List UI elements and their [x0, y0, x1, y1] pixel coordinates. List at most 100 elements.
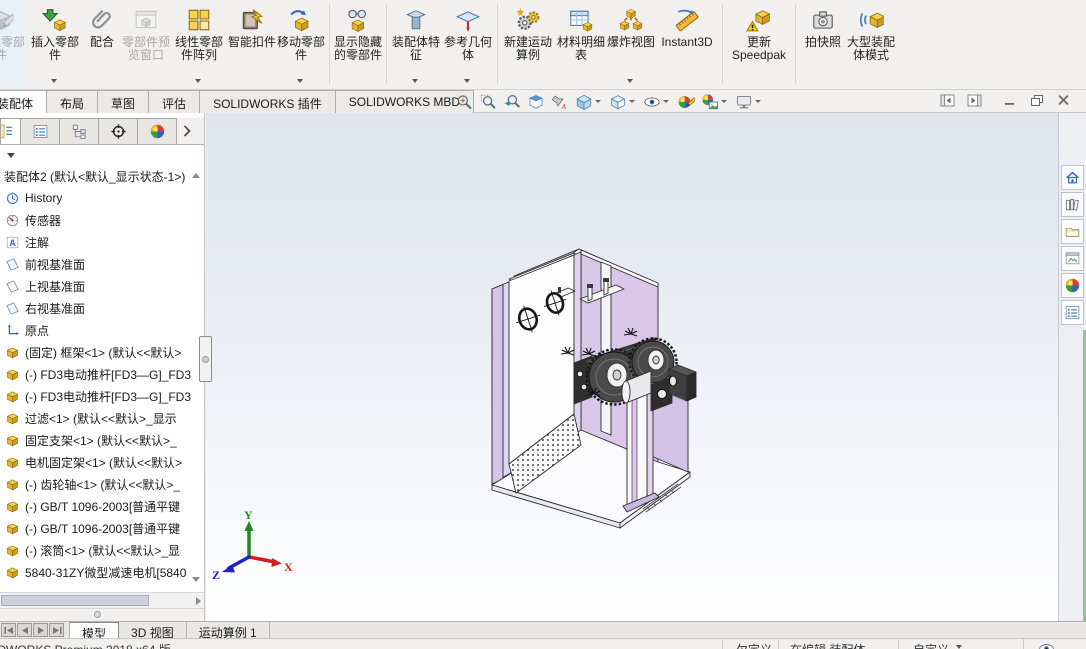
- ribbon-button-mate[interactable]: 配合: [82, 0, 122, 88]
- tree-item[interactable]: (-) GB/T 1096-2003[普通平键: [0, 517, 204, 539]
- task-pane-appearances-button[interactable]: [1061, 273, 1084, 298]
- dropdown-arrow-icon[interactable]: [464, 79, 470, 83]
- dropdown-arrow-icon[interactable]: [195, 79, 201, 83]
- last-tab-button[interactable]: [49, 623, 64, 637]
- quick-view-eye-icon[interactable]: [1038, 640, 1055, 649]
- scroll-right-icon[interactable]: [196, 597, 201, 605]
- ribbon-button-move-component[interactable]: 移动零部件: [276, 0, 326, 88]
- task-pane-resources-button[interactable]: [1061, 165, 1084, 190]
- tree-item[interactable]: (-) 滚筒<1> (默认<<默认>_显: [0, 539, 204, 561]
- tree-item[interactable]: History: [0, 187, 204, 209]
- tab-assembly[interactable]: 装配体: [0, 90, 48, 113]
- tab-configuration-manager[interactable]: [59, 118, 99, 144]
- previous-view-button[interactable]: [500, 92, 524, 112]
- panel-tab-overflow-button[interactable]: [176, 118, 198, 144]
- ribbon-button-update-speedpak[interactable]: 更新 Speedpak: [726, 0, 792, 88]
- zoom-to-fit-button[interactable]: [452, 92, 476, 112]
- custom-dropdown[interactable]: 自定义: [913, 641, 949, 649]
- tab-feature-manager[interactable]: [0, 118, 21, 144]
- tree-item[interactable]: 原点: [0, 319, 204, 341]
- ribbon-button-linear-pattern[interactable]: 线性零部件阵列: [170, 0, 228, 88]
- edit-appearance-button[interactable]: [674, 92, 698, 112]
- display-style-button[interactable]: [606, 92, 640, 112]
- tree-item[interactable]: 固定支架<1> (默认<<默认>_: [0, 429, 204, 451]
- panel-splitter-handle[interactable]: [94, 611, 101, 618]
- task-pane-view-palette-button[interactable]: [1061, 246, 1084, 271]
- first-tab-button[interactable]: [1, 623, 16, 637]
- plane-icon: [5, 279, 20, 294]
- tree-item[interactable]: 传感器: [0, 209, 204, 231]
- ribbon-button-smart-fasteners[interactable]: 智能扣件: [228, 0, 276, 88]
- tree-item[interactable]: (固定) 框架<1> (默认<<默认>: [0, 341, 204, 363]
- dropdown-arrow-icon[interactable]: [297, 79, 303, 83]
- tab-property-manager[interactable]: [20, 118, 60, 144]
- ribbon-button-reference-geometry[interactable]: 参考几何体: [442, 0, 494, 88]
- dropdown-arrow-icon[interactable]: [956, 645, 962, 649]
- dropdown-arrow-icon[interactable]: [51, 79, 57, 83]
- dropdown-arrow-icon[interactable]: [627, 79, 633, 83]
- tree-item[interactable]: 注解: [0, 231, 204, 253]
- view-annotations-button[interactable]: [548, 92, 572, 112]
- tab-motion-study-1[interactable]: 运动算例 1: [187, 622, 270, 640]
- tab-sketch[interactable]: 草图: [97, 90, 150, 113]
- apply-scene-button[interactable]: [698, 92, 732, 112]
- scrollbar-thumb[interactable]: [1, 595, 149, 606]
- task-pane-design-library-button[interactable]: [1061, 192, 1084, 217]
- tree-item-root[interactable]: 装配体2 (默认<默认_显示状态-1>): [0, 165, 204, 187]
- previous-tab-button[interactable]: [17, 623, 32, 637]
- tab-layout[interactable]: 布局: [46, 90, 99, 113]
- ribbon-button-bill-of-materials[interactable]: 材料明细表: [555, 0, 607, 88]
- ribbon-button-large-assembly-mode[interactable]: 大型装配体模式: [847, 0, 895, 88]
- collapse-pane-left-button[interactable]: [939, 93, 956, 107]
- collapse-pane-right-button[interactable]: [966, 93, 983, 107]
- tree-item[interactable]: 前视基准面: [0, 253, 204, 275]
- filter-dropdown-icon[interactable]: [7, 153, 15, 158]
- ribbon-button-instant3d[interactable]: Instant3D: [655, 0, 719, 88]
- minimize-button[interactable]: [1001, 93, 1018, 107]
- tree-scroll-up-icon[interactable]: [192, 173, 200, 178]
- view-settings-button[interactable]: [732, 92, 766, 112]
- tree-item[interactable]: 右视基准面: [0, 297, 204, 319]
- bill-of-materials-icon: [568, 7, 594, 33]
- tree-item[interactable]: 电机固定架<1> (默认<<默认>: [0, 451, 204, 473]
- tab-solidworks-addins[interactable]: SOLIDWORKS 插件: [199, 90, 336, 113]
- folder-icon: [1064, 223, 1081, 240]
- task-pane-custom-properties-button[interactable]: [1061, 300, 1084, 325]
- tree-item[interactable]: (-) 齿轮轴<1> (默认<<默认>_: [0, 473, 204, 495]
- hide-show-items-button[interactable]: [640, 92, 674, 112]
- viewport-splitter-handle[interactable]: [199, 336, 212, 382]
- view-orientation-button[interactable]: [572, 92, 606, 112]
- tab-3d-views[interactable]: 3D 视图: [119, 622, 187, 640]
- tab-dimxpert-manager[interactable]: [98, 118, 138, 144]
- dropdown-arrow-icon[interactable]: [412, 79, 418, 83]
- tree-item[interactable]: 过滤<1> (默认<<默认>_显示: [0, 407, 204, 429]
- restore-button[interactable]: [1028, 93, 1045, 107]
- tree-item[interactable]: 5840-31ZY微型减速电机[5840: [0, 561, 204, 583]
- ribbon-button-new-motion-study[interactable]: 新建运动算例: [501, 0, 555, 88]
- tree-item[interactable]: (-) FD3电动推杆[FD3—G]_FD3: [0, 385, 204, 407]
- ribbon-button-take-snapshot[interactable]: 拍快照: [799, 0, 847, 88]
- tree-scroll-down-icon[interactable]: [192, 577, 200, 582]
- section-view-button[interactable]: [524, 92, 548, 112]
- ribbon-button-component-preview[interactable]: 零部件预览窗口: [122, 0, 170, 88]
- bottom-tab-bar: 模型 3D 视图 运动算例 1: [0, 621, 1086, 641]
- show-hidden-components-icon: [345, 7, 371, 33]
- tab-evaluate[interactable]: 评估: [148, 90, 201, 113]
- next-tab-button[interactable]: [33, 623, 48, 637]
- ribbon-button-edit-component[interactable]: 编辑零部件: [0, 0, 28, 88]
- assembly-3d-model[interactable]: [206, 113, 1058, 621]
- ribbon-button-exploded-view[interactable]: 爆炸视图: [607, 0, 655, 88]
- graphics-viewport[interactable]: Y X Z: [199, 113, 1058, 621]
- tree-item[interactable]: (-) GB/T 1096-2003[普通平键: [0, 495, 204, 517]
- tab-model[interactable]: 模型: [69, 622, 120, 641]
- ribbon-button-insert-component[interactable]: 插入零部件: [28, 0, 82, 88]
- ribbon-button-show-hidden-components[interactable]: 显示隐藏的零部件: [333, 0, 383, 88]
- tree-item[interactable]: 上视基准面: [0, 275, 204, 297]
- task-pane-file-explorer-button[interactable]: [1061, 219, 1084, 244]
- ribbon-button-assembly-features[interactable]: 装配体特征: [390, 0, 442, 88]
- tree-horizontal-scrollbar[interactable]: [0, 592, 204, 608]
- tab-display-manager[interactable]: [137, 118, 177, 144]
- zoom-to-area-button[interactable]: [476, 92, 500, 112]
- tree-item[interactable]: (-) FD3电动推杆[FD3—G]_FD3: [0, 363, 204, 385]
- close-button[interactable]: [1055, 93, 1072, 107]
